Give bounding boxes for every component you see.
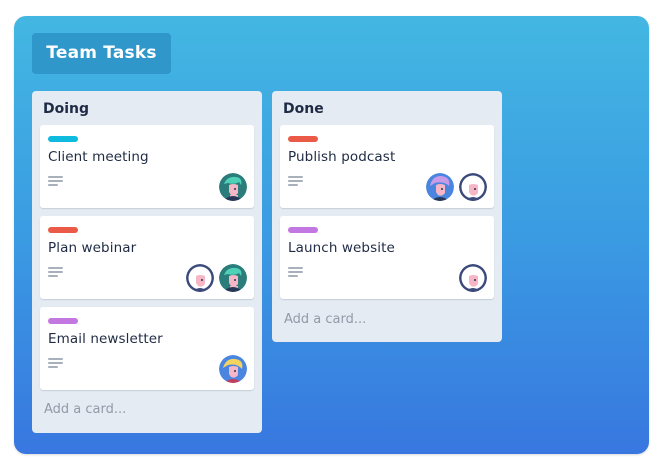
list-doing: Doing Client meeting Plan webinar Email …: [32, 91, 262, 433]
card-publish-podcast[interactable]: Publish podcast: [280, 125, 494, 208]
avatar-icon[interactable]: [426, 173, 454, 201]
description-icon: [48, 358, 63, 368]
description-icon: [48, 267, 63, 277]
list-title[interactable]: Doing: [43, 101, 89, 117]
card-client-meeting[interactable]: Client meeting: [40, 125, 254, 208]
card-label: [48, 227, 78, 233]
card-email-newsletter[interactable]: Email newsletter: [40, 307, 254, 390]
card-label: [48, 318, 78, 324]
card-title: Email newsletter: [48, 331, 163, 347]
board-title[interactable]: Team Tasks: [32, 33, 171, 74]
card-label: [288, 136, 318, 142]
card-plan-webinar[interactable]: Plan webinar: [40, 216, 254, 299]
card-title: Plan webinar: [48, 240, 137, 256]
avatar-icon[interactable]: [459, 264, 487, 292]
avatar-icon[interactable]: [219, 355, 247, 383]
card-title: Client meeting: [48, 149, 149, 165]
avatar-icon[interactable]: [219, 264, 247, 292]
description-icon: [48, 176, 63, 186]
list-title[interactable]: Done: [283, 101, 324, 117]
card-launch-website[interactable]: Launch website: [280, 216, 494, 299]
description-icon: [288, 176, 303, 186]
card-title: Publish podcast: [288, 149, 396, 165]
avatar-icon[interactable]: [219, 173, 247, 201]
card-label: [48, 136, 78, 142]
list-done: Done Publish podcast Launch website Add …: [272, 91, 502, 342]
add-card-button[interactable]: Add a card...: [284, 312, 366, 327]
board: Team Tasks Doing Client meeting Plan web…: [14, 16, 649, 454]
card-title: Launch website: [288, 240, 395, 256]
add-card-button[interactable]: Add a card...: [44, 402, 126, 417]
avatar-icon[interactable]: [459, 173, 487, 201]
avatar-icon[interactable]: [186, 264, 214, 292]
description-icon: [288, 267, 303, 277]
card-label: [288, 227, 318, 233]
